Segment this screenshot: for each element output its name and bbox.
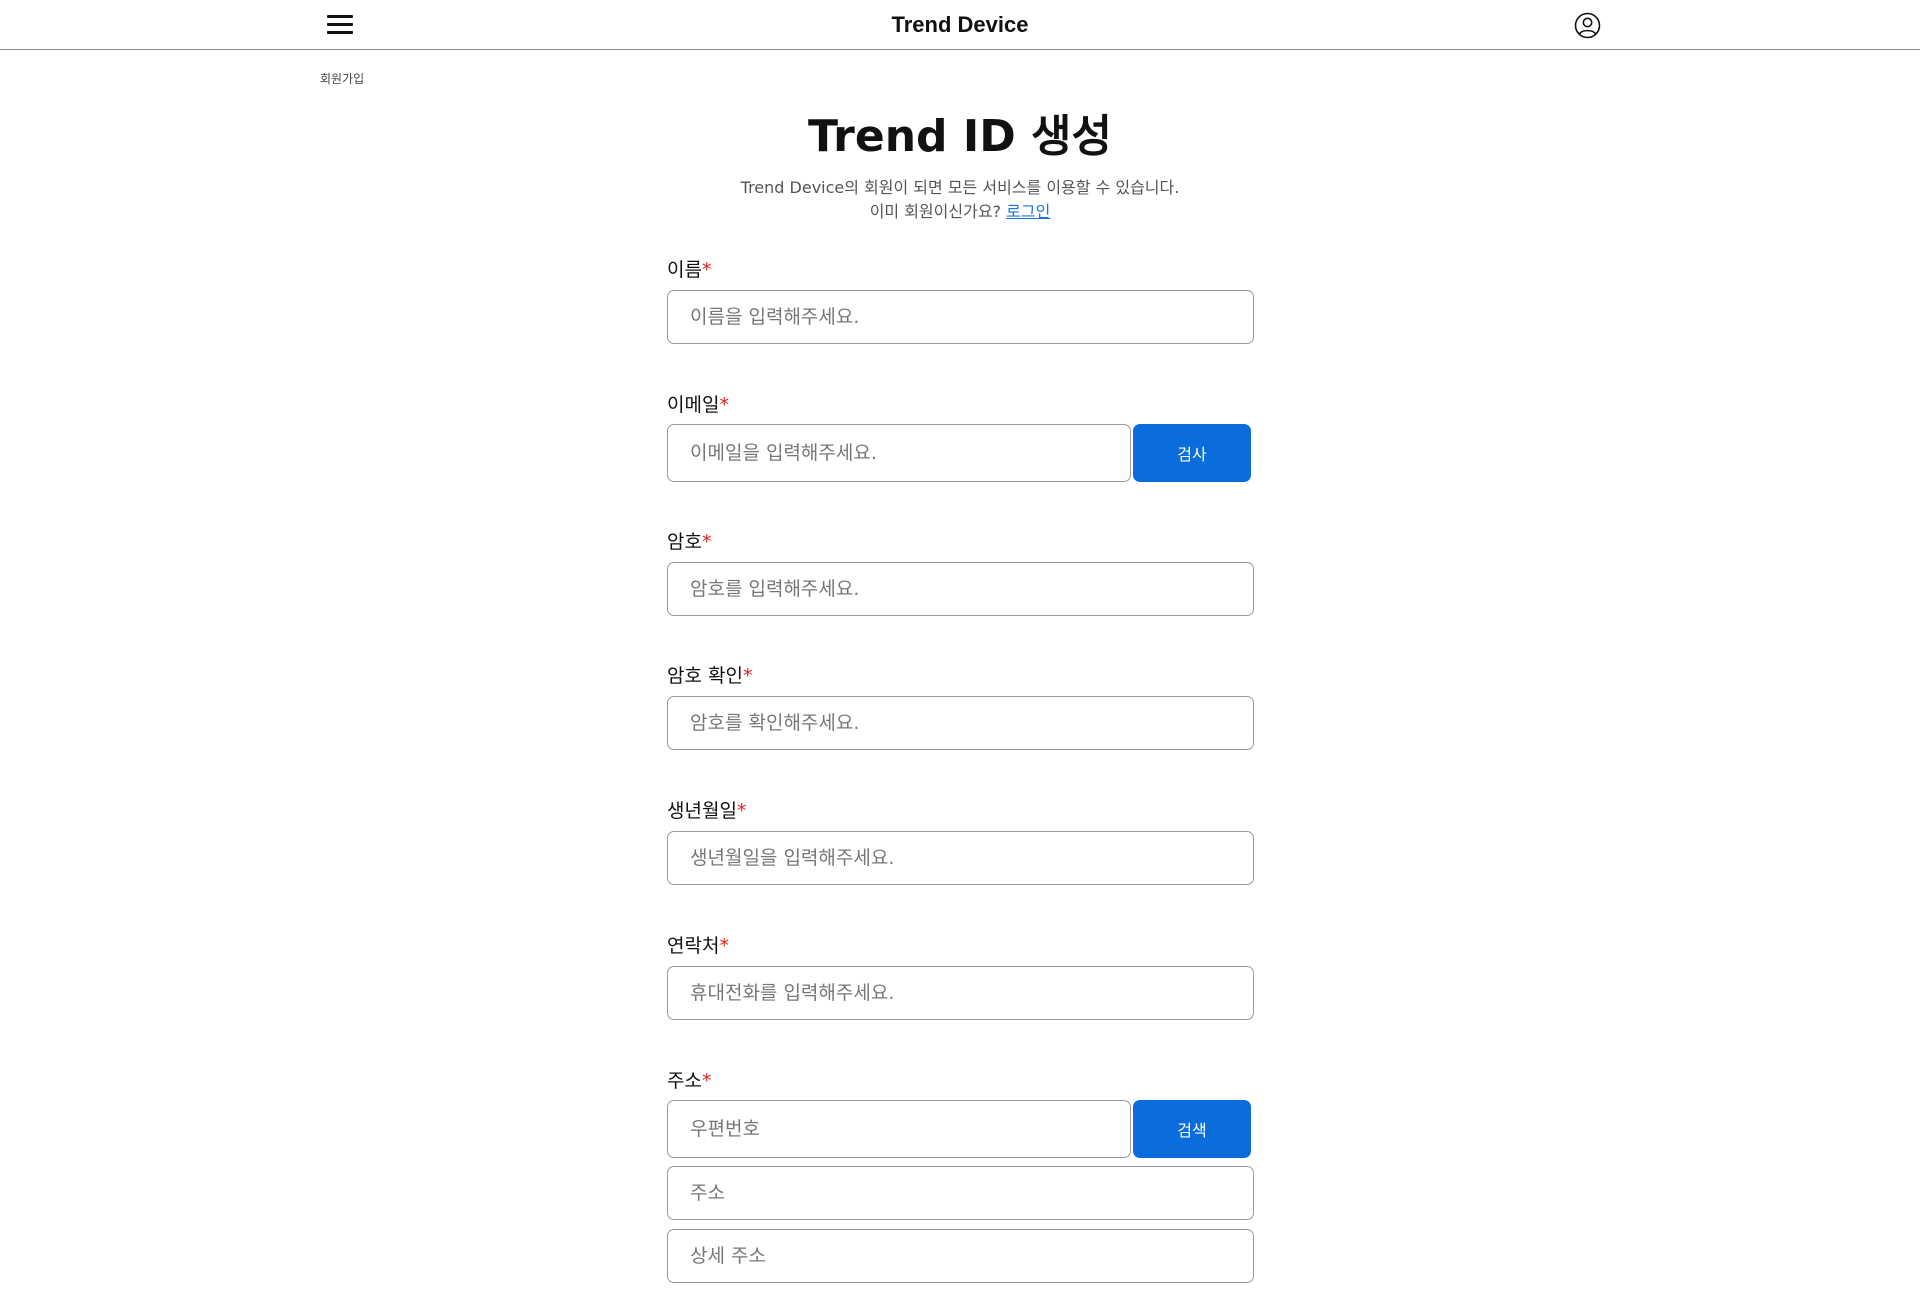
subtitle-text: Trend Device의 회원이 되면 모든 서비스를 이용할 수 있습니다. [740, 178, 1180, 197]
brand-title[interactable]: Trend Device [0, 12, 1920, 38]
address-search-button[interactable]: 검색 [1133, 1100, 1251, 1158]
name-label: 이름* [667, 255, 711, 282]
email-input[interactable] [667, 424, 1131, 482]
page-subtitle: Trend Device의 회원이 되면 모든 서비스를 이용할 수 있습니다.… [0, 176, 1920, 224]
phone-label-text: 연락처 [667, 935, 720, 957]
name-label-text: 이름 [667, 259, 702, 281]
postal-code-input[interactable] [667, 1100, 1131, 1158]
required-mark: * [719, 935, 729, 957]
password-label: 암호* [667, 527, 711, 554]
page-title: Trend ID 생성 [807, 111, 1113, 162]
login-link[interactable]: 로그인 [1006, 202, 1050, 221]
login-prompt-text: 이미 회원이신가요? [869, 202, 1002, 221]
password-confirm-input[interactable] [667, 696, 1254, 750]
address-label: 주소* [667, 1066, 711, 1093]
email-label: 이메일* [667, 390, 729, 417]
breadcrumb: 회원가입 [320, 72, 365, 86]
required-mark: * [701, 259, 712, 281]
birthdate-label-text: 생년월일 [667, 800, 737, 822]
required-mark: * [701, 531, 712, 553]
address-detail-input[interactable] [667, 1229, 1254, 1283]
required-mark: * [719, 394, 729, 416]
required-mark: * [742, 665, 753, 687]
required-mark: * [736, 800, 747, 822]
user-circle-icon[interactable] [1574, 12, 1601, 39]
birthdate-label: 생년월일* [667, 796, 746, 823]
email-check-button[interactable]: 검사 [1133, 424, 1251, 482]
email-label-text: 이메일 [667, 394, 720, 416]
login-prompt-line: 이미 회원이신가요? 로그인 [0, 200, 1920, 224]
required-mark: * [701, 1070, 712, 1092]
phone-label: 연락처* [667, 931, 729, 958]
phone-input[interactable] [667, 966, 1254, 1020]
password-confirm-label-text: 암호 확인 [667, 665, 743, 687]
address-input[interactable] [667, 1166, 1254, 1220]
password-input[interactable] [667, 562, 1254, 616]
address-label-text: 주소 [667, 1070, 702, 1092]
birthdate-input[interactable] [667, 831, 1254, 885]
password-confirm-label: 암호 확인* [667, 661, 752, 688]
top-navigation-bar: Trend Device [0, 0, 1920, 50]
password-label-text: 암호 [667, 531, 702, 553]
name-input[interactable] [667, 290, 1254, 344]
